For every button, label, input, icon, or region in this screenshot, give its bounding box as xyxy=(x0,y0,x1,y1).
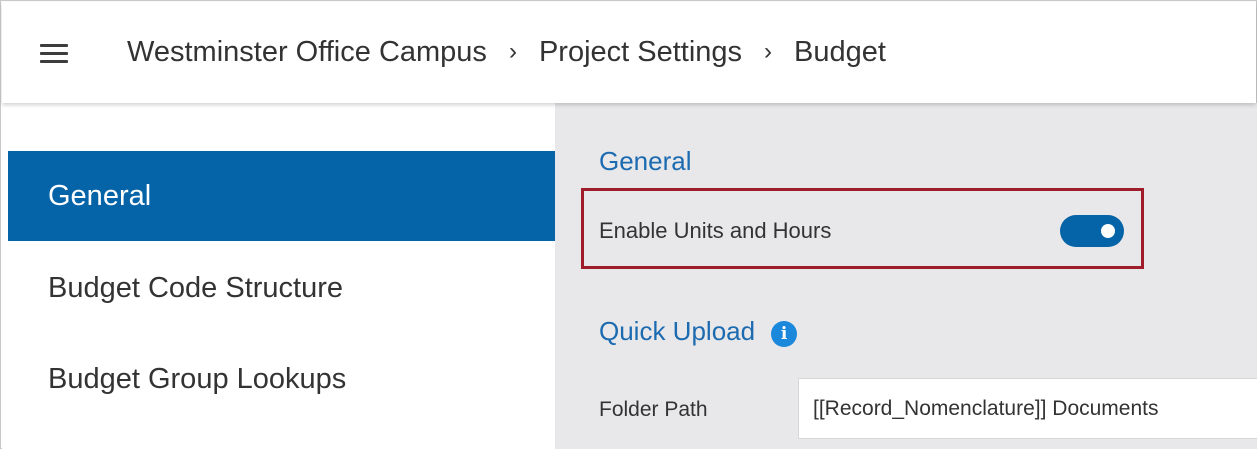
hamburger-menu-icon[interactable] xyxy=(40,44,68,64)
section-title-quick-upload: Quick Upload i xyxy=(599,316,798,347)
breadcrumb-project-settings[interactable]: Project Settings xyxy=(539,36,742,69)
folder-path-label: Folder Path xyxy=(599,398,708,421)
folder-path-input[interactable] xyxy=(798,378,1257,439)
info-icon[interactable]: i xyxy=(771,320,798,347)
sidebar-item-label: Budget Code Structure xyxy=(48,271,344,304)
quick-upload-title: Quick Upload xyxy=(599,316,756,346)
settings-content: General Enable Units and Hours Quick Upl… xyxy=(555,103,1257,449)
sidebar-item-budget-group-lookups[interactable]: Budget Group Lookups xyxy=(8,334,556,424)
sidebar-item-general[interactable]: General xyxy=(8,151,556,241)
chevron-right-icon: › xyxy=(508,37,517,65)
header-bar: Westminster Office Campus › Project Sett… xyxy=(2,2,1256,103)
chevron-right-icon: › xyxy=(764,37,773,65)
sidebar-item-label: Budget Group Lookups xyxy=(48,362,347,395)
breadcrumb: Westminster Office Campus › Project Sett… xyxy=(127,2,886,103)
enable-units-toggle[interactable] xyxy=(1060,215,1124,247)
sidebar-item-label: General xyxy=(48,179,152,212)
setting-row-enable-units: Enable Units and Hours xyxy=(599,211,1124,251)
app-window: Westminster Office Campus › Project Sett… xyxy=(0,0,1257,449)
settings-sidebar: General Budget Code Structure Budget Gro… xyxy=(2,103,556,449)
section-title-general: General xyxy=(599,146,692,176)
breadcrumb-budget: Budget xyxy=(794,36,886,68)
breadcrumb-project[interactable]: Westminster Office Campus xyxy=(127,36,487,69)
enable-units-label: Enable Units and Hours xyxy=(599,218,832,243)
sidebar-item-budget-code-structure[interactable]: Budget Code Structure xyxy=(8,243,556,333)
toggle-knob xyxy=(1101,224,1115,238)
